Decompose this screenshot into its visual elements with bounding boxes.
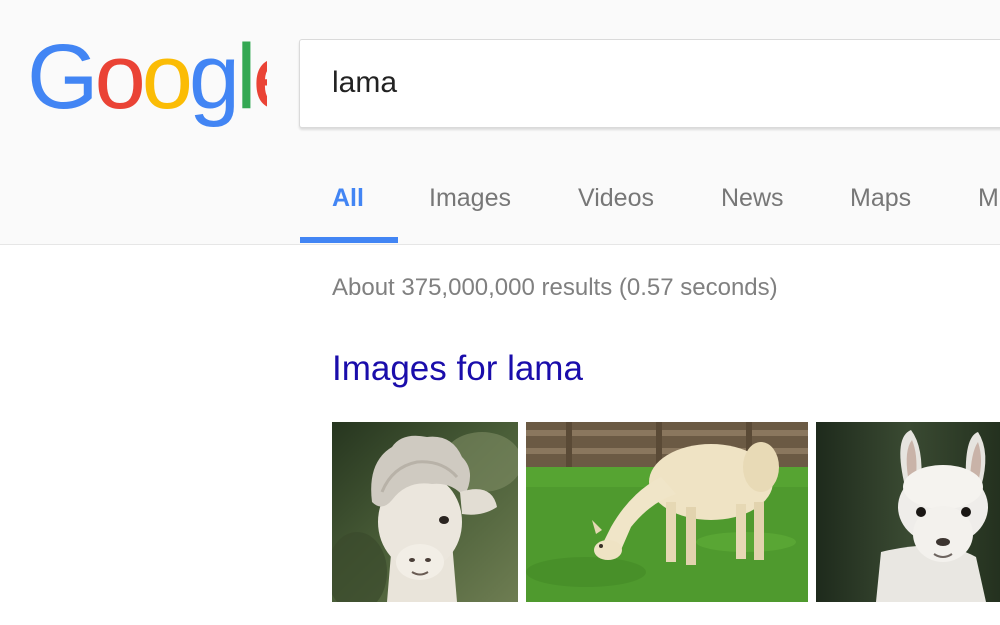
llama-grazing-image — [526, 422, 808, 602]
alpaca-portrait-image — [332, 422, 518, 602]
google-logo[interactable]: Google — [27, 30, 267, 134]
active-tab-indicator — [300, 237, 398, 243]
logo-letter-o2: o — [142, 30, 190, 128]
tab-maps[interactable]: Maps — [850, 184, 911, 213]
logo-letter-o1: o — [95, 30, 143, 128]
llama-face-image — [816, 422, 1000, 602]
tab-news[interactable]: News — [721, 184, 784, 213]
search-tabs: All Images Videos News Maps M — [300, 160, 1000, 244]
logo-letter-g2: g — [189, 30, 236, 128]
image-thumbnail-1[interactable] — [332, 422, 518, 602]
tab-images[interactable]: Images — [429, 184, 511, 213]
image-thumbnail-2[interactable] — [526, 422, 808, 602]
logo-letter-l: l — [236, 30, 252, 128]
search-input[interactable] — [332, 60, 932, 106]
image-thumbnail-3[interactable] — [816, 422, 1000, 602]
search-box[interactable] — [299, 39, 1000, 128]
images-heading-link[interactable]: Images for lama — [332, 349, 583, 389]
tab-all[interactable]: All — [332, 184, 364, 213]
logo-letter-g: G — [27, 30, 95, 128]
tab-videos[interactable]: Videos — [578, 184, 654, 213]
result-stats: About 375,000,000 results (0.57 seconds) — [332, 274, 778, 301]
logo-letter-e: e — [253, 30, 267, 128]
svg-text:Google: Google — [27, 30, 267, 128]
header: Google All Images Videos News Maps M — [0, 0, 1000, 245]
tab-more[interactable]: M — [978, 184, 999, 213]
